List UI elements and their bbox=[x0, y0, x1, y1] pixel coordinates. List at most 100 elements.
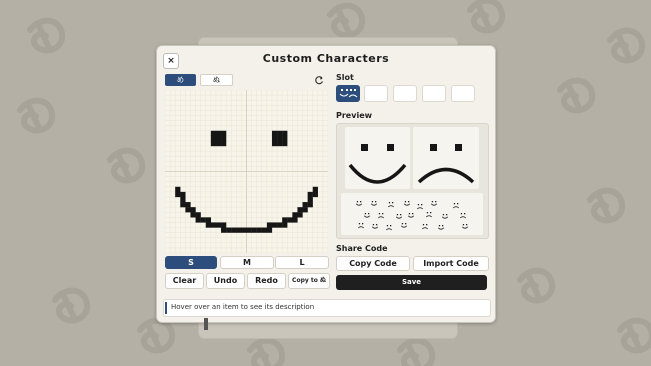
save-button[interactable]: Save bbox=[336, 275, 487, 290]
tab-font-me[interactable]: め bbox=[165, 74, 196, 86]
copy-code-button[interactable]: Copy Code bbox=[336, 256, 410, 271]
smiley-face-icon bbox=[348, 144, 407, 184]
status-bar: Hover over an item to see its descriptio… bbox=[163, 299, 491, 317]
pixel bbox=[307, 191, 313, 198]
share-code-label: Share Code bbox=[336, 244, 388, 253]
pixel bbox=[221, 222, 227, 228]
pixel bbox=[302, 202, 308, 208]
small-face bbox=[395, 214, 403, 219]
small-face bbox=[371, 224, 379, 229]
pixel bbox=[277, 222, 283, 228]
small-face bbox=[357, 223, 365, 229]
pixel bbox=[271, 222, 278, 228]
background-window-marker bbox=[204, 318, 208, 330]
small-face bbox=[363, 213, 371, 218]
small-face bbox=[425, 212, 433, 218]
small-face bbox=[452, 203, 460, 209]
small-face bbox=[407, 213, 415, 218]
pixel bbox=[185, 202, 191, 208]
pixel bbox=[215, 222, 222, 228]
pixel bbox=[175, 186, 181, 193]
small-face bbox=[461, 224, 469, 229]
pixel bbox=[271, 140, 278, 147]
small-face bbox=[400, 223, 408, 228]
preview-small-text-tile bbox=[341, 193, 483, 235]
pixel bbox=[277, 130, 283, 136]
slot-1[interactable] bbox=[336, 85, 360, 102]
small-face bbox=[437, 225, 445, 230]
pixel bbox=[266, 222, 273, 228]
preview-label: Preview bbox=[336, 111, 373, 120]
pixel bbox=[277, 135, 283, 142]
small-face bbox=[370, 201, 378, 206]
pixel bbox=[292, 212, 298, 218]
small-face bbox=[387, 202, 395, 208]
pixel bbox=[180, 196, 186, 203]
pixel-editor-grid[interactable] bbox=[165, 90, 328, 253]
slot-4[interactable] bbox=[422, 85, 446, 102]
pixel bbox=[297, 212, 303, 218]
refresh-icon[interactable] bbox=[314, 74, 324, 86]
pixel bbox=[221, 135, 227, 142]
pixel bbox=[195, 212, 201, 218]
pixel bbox=[210, 222, 217, 228]
preview-sad-tile bbox=[413, 127, 479, 189]
slot-5[interactable] bbox=[451, 85, 475, 102]
sad-face-icon bbox=[417, 144, 475, 184]
size-m-button[interactable]: M bbox=[220, 256, 274, 269]
pixel bbox=[205, 222, 211, 228]
pixel bbox=[287, 217, 293, 223]
import-code-button[interactable]: Import Code bbox=[413, 256, 489, 271]
pixel bbox=[312, 186, 318, 193]
dialog-title: Custom Characters bbox=[262, 52, 390, 65]
pixel bbox=[190, 207, 196, 213]
clear-button[interactable]: Clear bbox=[165, 273, 204, 289]
pixel bbox=[215, 130, 222, 136]
pixel bbox=[312, 191, 318, 198]
slot-3[interactable] bbox=[393, 85, 417, 102]
pixel bbox=[210, 130, 217, 136]
redo-button[interactable]: Redo bbox=[247, 273, 286, 289]
pixel bbox=[190, 212, 196, 218]
custom-characters-dialog: × Custom Characters め ぬ S M L Clear Undo… bbox=[156, 45, 496, 323]
pixel bbox=[236, 227, 242, 233]
pixel bbox=[282, 135, 288, 142]
small-face bbox=[403, 201, 411, 206]
small-face bbox=[459, 213, 467, 219]
pixel bbox=[307, 202, 313, 208]
small-face bbox=[416, 204, 424, 210]
pixel bbox=[256, 227, 262, 233]
pixel bbox=[292, 217, 298, 223]
copy-to-button[interactable]: Copy to ぬ bbox=[288, 273, 330, 289]
pixel bbox=[205, 217, 211, 223]
undo-button[interactable]: Undo bbox=[206, 273, 245, 289]
pixel bbox=[251, 227, 257, 233]
tab-font-nu[interactable]: ぬ bbox=[200, 74, 233, 86]
small-face bbox=[355, 201, 363, 206]
pixel bbox=[271, 135, 278, 142]
pixel bbox=[185, 207, 191, 213]
slot-2[interactable] bbox=[364, 85, 388, 102]
pixel bbox=[297, 207, 303, 213]
pixel bbox=[246, 227, 252, 233]
small-face bbox=[441, 214, 449, 219]
pixel bbox=[210, 135, 217, 142]
pixel bbox=[282, 222, 288, 228]
pixel bbox=[195, 217, 201, 223]
pixel bbox=[271, 130, 278, 136]
pixel bbox=[175, 191, 181, 198]
pixel bbox=[221, 227, 227, 233]
pixel bbox=[226, 227, 232, 233]
small-face bbox=[377, 213, 385, 219]
pixel bbox=[231, 227, 237, 233]
status-accent bbox=[165, 302, 167, 314]
pixel bbox=[302, 207, 308, 213]
size-s-button[interactable]: S bbox=[165, 256, 217, 269]
pixel bbox=[282, 140, 288, 147]
pixel bbox=[282, 130, 288, 136]
slot-label: Slot bbox=[336, 73, 354, 82]
pixel bbox=[261, 227, 268, 233]
size-l-button[interactable]: L bbox=[275, 256, 329, 269]
small-face bbox=[385, 225, 393, 231]
small-faces-icon bbox=[355, 201, 469, 231]
